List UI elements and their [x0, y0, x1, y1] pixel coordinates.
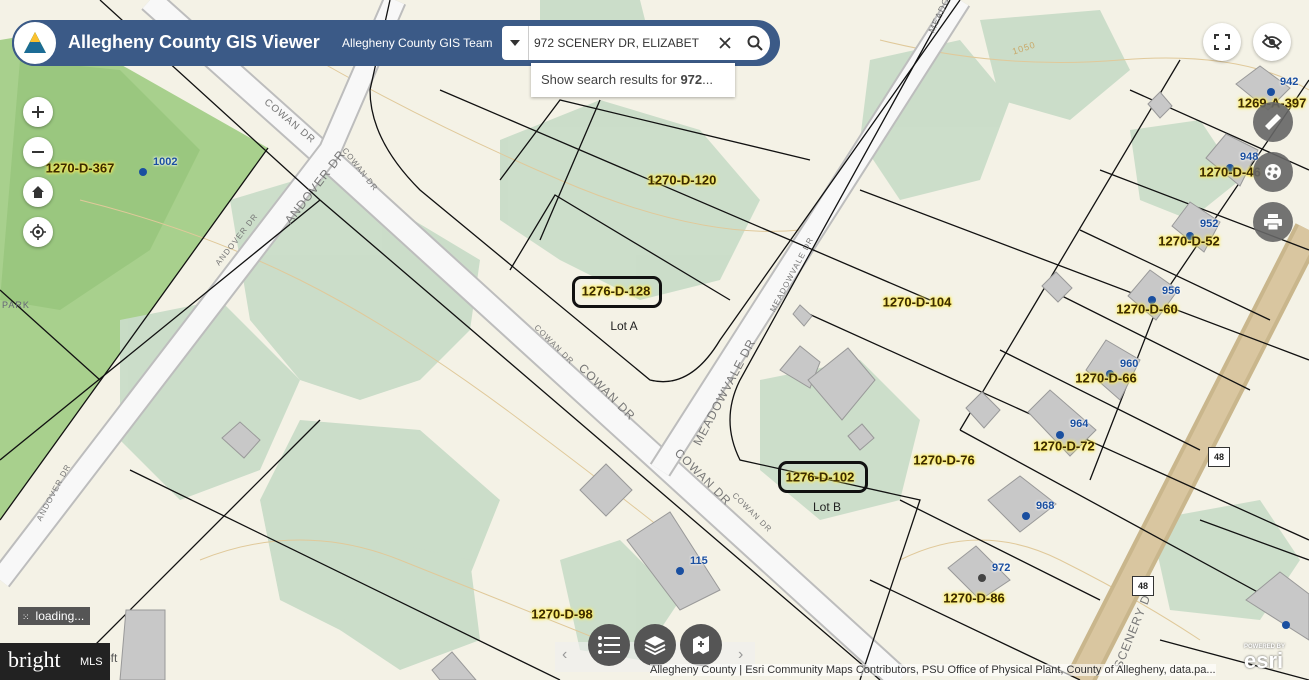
legend-button[interactable] — [588, 624, 630, 666]
minus-icon — [32, 151, 44, 153]
parcel-label[interactable]: 1270-D-86 — [943, 591, 1004, 606]
print-button[interactable] — [1253, 202, 1293, 242]
address-label: 956 — [1162, 285, 1181, 297]
parcel-label[interactable]: 1270-D-46 — [1199, 165, 1260, 180]
mls-text: MLS — [80, 656, 103, 668]
layers-icon — [644, 636, 666, 655]
home-button[interactable] — [23, 177, 53, 207]
parcel-label[interactable]: 1270-D-52 — [1158, 234, 1219, 249]
search-box — [502, 26, 770, 60]
address-label: 960 — [1120, 358, 1139, 370]
address-label: 942 — [1280, 76, 1299, 88]
loading-text: loading... — [35, 609, 85, 623]
ruler-icon — [1265, 114, 1281, 130]
parcel-label[interactable]: 1270-D-72 — [1033, 439, 1094, 454]
eye-off-icon — [1262, 34, 1282, 50]
address-label: 1002 — [153, 156, 178, 168]
lot-a-label: Lot A — [610, 319, 638, 333]
basemap-button[interactable] — [1253, 152, 1293, 192]
suggestion-prefix: Show search results for — [541, 72, 681, 87]
parcel-label[interactable]: 1270-D-76 — [913, 453, 974, 468]
layers-button[interactable] — [634, 624, 676, 666]
scroll-left-icon[interactable]: ‹ — [562, 646, 567, 664]
chevron-down-icon[interactable] — [502, 26, 529, 60]
hide-layers-button[interactable] — [1253, 23, 1291, 61]
address-label: 952 — [1200, 218, 1219, 230]
parcel-label[interactable]: 1276-D-102 — [786, 470, 855, 485]
bookmark-icon — [693, 636, 709, 654]
parcel-label[interactable]: 1270-D-60 — [1116, 302, 1177, 317]
esri-text: esri — [1244, 648, 1284, 673]
address-label: 964 — [1070, 418, 1089, 430]
bright-mls-watermark: bright MLS — [0, 643, 110, 680]
palette-icon — [1265, 164, 1281, 180]
measure-button[interactable] — [1253, 102, 1293, 142]
park-label: PARK — [2, 300, 30, 310]
app-subtitle: Allegheny County GIS Team — [342, 36, 493, 50]
search-bar — [500, 20, 780, 66]
map-attribution: Allegheny County | Esri Community Maps C… — [650, 664, 1216, 676]
zoom-out-button[interactable] — [23, 137, 53, 167]
printer-icon — [1264, 214, 1282, 230]
route-shield-top: 48 — [1208, 447, 1230, 467]
bright-text: bright — [8, 647, 61, 672]
fullscreen-button[interactable] — [1203, 23, 1241, 61]
esri-logo: POWERED BY esri — [1244, 644, 1285, 672]
locate-button[interactable] — [23, 217, 53, 247]
loading-indicator: ⁙ loading... — [18, 607, 91, 625]
lot-b-label: Lot B — [812, 500, 842, 514]
scroll-right-icon[interactable]: › — [738, 646, 743, 664]
parcel-label[interactable]: 1276-D-128 — [582, 284, 651, 299]
search-icon[interactable] — [742, 26, 768, 60]
address-label: 968 — [1036, 500, 1055, 512]
map-canvas[interactable] — [0, 0, 1309, 680]
suggestion-ellipsis: ... — [702, 72, 713, 87]
parcel-label[interactable]: 1270-D-120 — [648, 173, 717, 188]
list-icon — [598, 636, 620, 654]
parcel-label[interactable]: 1270-D-367 — [46, 161, 115, 176]
address-label: 115 — [690, 555, 708, 567]
parcel-label[interactable]: 1270-D-104 — [883, 295, 952, 310]
locate-icon — [30, 224, 46, 240]
route-shield-bottom: 48 — [1132, 576, 1154, 596]
home-icon — [32, 186, 44, 198]
county-logo-icon[interactable] — [12, 20, 58, 66]
parcel-label[interactable]: 1270-D-98 — [531, 607, 592, 622]
plus-icon — [32, 106, 44, 118]
fullscreen-icon — [1214, 34, 1230, 50]
app-title: Allegheny County GIS Viewer — [68, 32, 320, 52]
address-label: 972 — [992, 562, 1011, 574]
zoom-in-button[interactable] — [23, 97, 53, 127]
parcel-label[interactable]: 1270-D-66 — [1075, 371, 1136, 386]
search-input[interactable] — [534, 26, 714, 60]
close-icon[interactable] — [712, 26, 738, 60]
suggestion-term: 972 — [680, 72, 703, 87]
bookmark-button[interactable] — [680, 624, 722, 666]
search-suggestion[interactable]: Show search results for 972... — [531, 63, 735, 97]
app-header: Allegheny County GIS Viewer Allegheny Co… — [12, 20, 512, 66]
